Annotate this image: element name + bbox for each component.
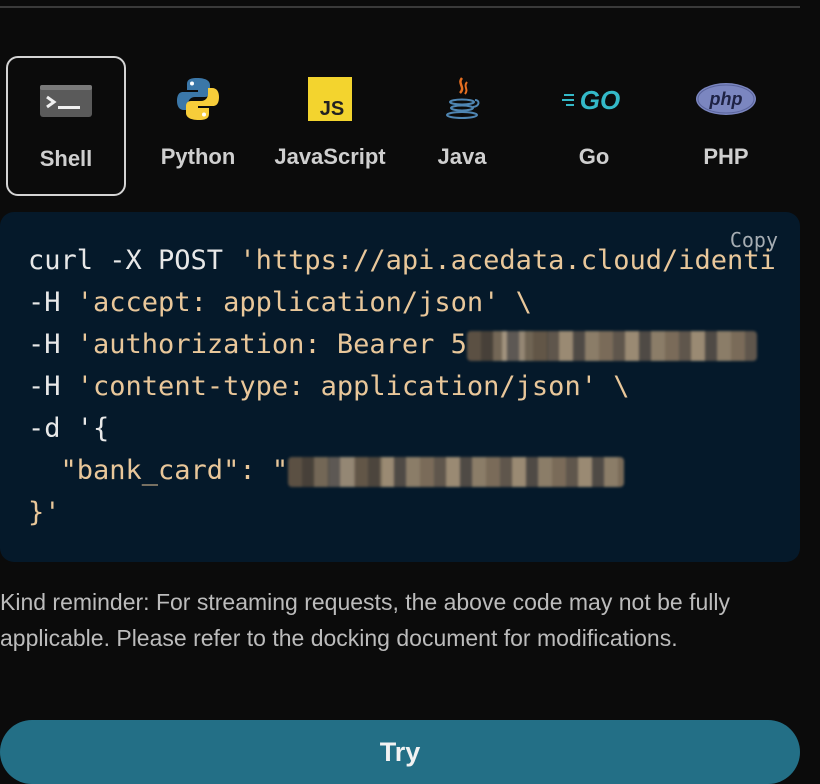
javascript-icon: JS: [308, 77, 352, 121]
code-block: curl -X POST 'https://api.acedata.cloud/…: [28, 240, 776, 534]
tab-php[interactable]: php PHP: [666, 56, 786, 196]
code-line-4-flag: -H: [28, 371, 77, 402]
code-line-2-flag: -H: [28, 287, 77, 318]
tab-java[interactable]: Java: [402, 56, 522, 196]
code-line-3-value: 'authorization: Bearer 5: [76, 329, 467, 360]
java-icon: [446, 77, 480, 119]
tab-java-label: Java: [437, 144, 487, 169]
top-divider: [0, 6, 800, 8]
code-line-4-value: 'content-type: application/json' \: [76, 371, 630, 402]
tab-python-label: Python: [160, 144, 236, 169]
terminal-icon: [40, 85, 92, 117]
tab-python[interactable]: Python: [138, 56, 258, 196]
tab-go-label: Go: [578, 144, 610, 169]
code-line-2-value: 'accept: application/json' \: [76, 287, 532, 318]
code-line-6-key: "bank_card": ": [28, 455, 289, 486]
go-icon: GO: [562, 85, 620, 114]
code-line-1-command: curl -X POST: [28, 245, 240, 276]
tab-javascript-label: JavaScript: [274, 144, 386, 169]
code-line-1-url: 'https://api.acedata.cloud/identi: [239, 245, 776, 276]
svg-text:php: php: [709, 89, 743, 109]
try-button[interactable]: Try: [0, 720, 800, 784]
tab-shell-label: Shell: [39, 146, 93, 171]
svg-text:GO: GO: [580, 85, 620, 114]
tab-javascript[interactable]: JS JavaScript: [270, 56, 390, 196]
code-panel[interactable]: Copy curl -X POST 'https://api.acedata.c…: [0, 212, 800, 562]
code-line-5: -d '{: [28, 413, 110, 444]
redacted-token: [466, 330, 757, 361]
redacted-bank-card: [288, 456, 625, 487]
code-line-3-flag: -H: [28, 329, 77, 360]
tab-go[interactable]: GO Go: [534, 56, 654, 196]
tab-shell[interactable]: Shell: [6, 56, 126, 196]
tab-php-label: PHP: [703, 144, 749, 169]
code-line-7: }': [28, 497, 61, 528]
python-icon: [177, 78, 219, 120]
php-icon: php: [696, 83, 756, 115]
svg-text:JS: JS: [320, 98, 344, 120]
kind-reminder-text: Kind reminder: For streaming requests, t…: [0, 589, 730, 651]
language-tabs: Shell Python JS JavaScript Java GO Go ph…: [0, 56, 800, 196]
